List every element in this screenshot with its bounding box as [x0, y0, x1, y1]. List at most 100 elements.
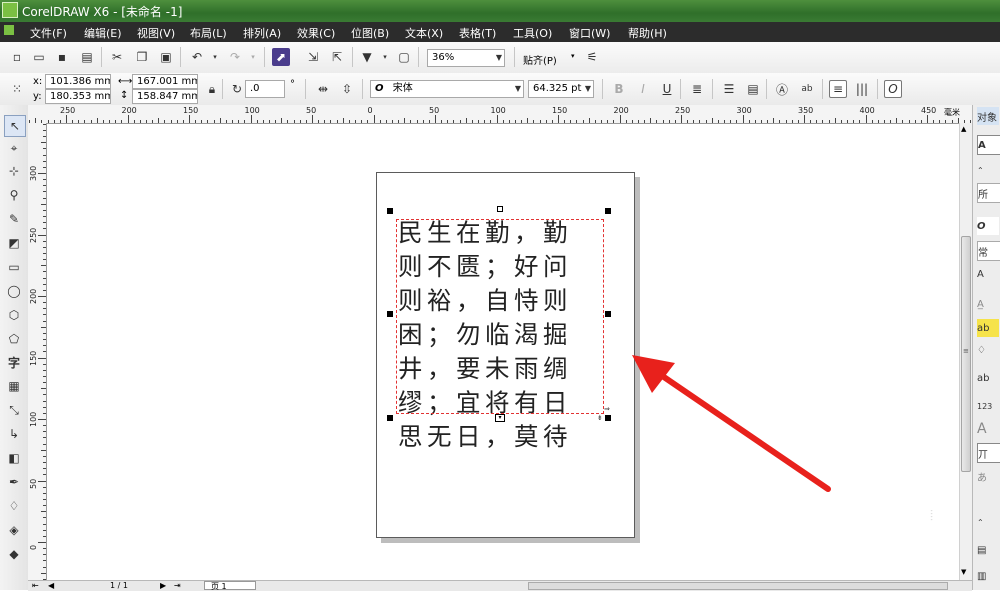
freehand-tool-icon[interactable]: ✎: [4, 209, 24, 229]
text-overflow-tab-icon[interactable]: ▾: [495, 414, 505, 422]
horizontal-scrollbar[interactable]: [528, 582, 948, 590]
cut-icon[interactable]: ✂: [108, 48, 126, 66]
edit-text-icon[interactable]: ab: [798, 80, 816, 98]
menu-file[interactable]: 文件(F): [30, 25, 67, 41]
frame-panel-icon[interactable]: ▥: [977, 567, 999, 585]
expand-icon[interactable]: ⌃: [977, 513, 999, 531]
selection-handle-bottom-right[interactable]: [605, 415, 611, 421]
paragraph-panel-icon[interactable]: ▤: [977, 541, 999, 559]
font-size-combo[interactable]: 64.325 pt ▼: [528, 80, 594, 98]
table-tool-icon[interactable]: ▦: [4, 376, 24, 396]
crop-tool-icon[interactable]: ⊹: [4, 161, 24, 181]
redo-dropdown-icon[interactable]: ▾: [244, 48, 262, 66]
script-combo[interactable]: 所: [977, 183, 1000, 203]
outline-pen-icon[interactable]: ♢: [4, 496, 24, 516]
font-preview[interactable]: O: [977, 217, 999, 235]
small-caps-icon[interactable]: A: [977, 420, 999, 438]
scroll-up-icon[interactable]: ▲: [961, 125, 966, 133]
menu-window[interactable]: 窗口(W): [569, 25, 610, 41]
object-origin-icon[interactable]: ⁙: [8, 80, 26, 98]
ellipse-tool-icon[interactable]: ◯: [4, 281, 24, 301]
text-color-icon[interactable]: A̲: [977, 295, 999, 313]
eyedropper-tool-icon[interactable]: ✒: [4, 472, 24, 492]
interactive-fill-icon[interactable]: ◆: [4, 544, 24, 564]
paste-icon[interactable]: ▣: [157, 48, 175, 66]
print-icon[interactable]: ▤: [78, 48, 96, 66]
pick-tool-icon[interactable]: ↖: [4, 115, 26, 137]
save-icon[interactable]: ▪: [53, 48, 71, 66]
smart-fill-icon[interactable]: ◩: [4, 233, 24, 253]
zoom-level-combo[interactable]: 36% ▼: [427, 49, 505, 67]
basic-shapes-icon[interactable]: ⬠: [4, 329, 24, 349]
cjk-layout-icon[interactable]: 丌: [977, 443, 1000, 463]
launcher-dropdown-icon[interactable]: ▾: [376, 48, 394, 66]
shape-tool-icon[interactable]: ⌖: [4, 138, 24, 158]
zoom-tool-icon[interactable]: ⚲: [4, 185, 24, 205]
x-position-field[interactable]: 101.386 mm: [45, 74, 111, 89]
vertical-scroll-thumb[interactable]: ≡: [961, 236, 971, 472]
font-style-combo[interactable]: 常: [977, 241, 1000, 261]
docker-tab-title[interactable]: 对象: [977, 107, 999, 125]
lock-ratio-icon[interactable]: 🔒︎: [203, 80, 221, 98]
character-effects-icon[interactable]: ab: [977, 369, 999, 387]
menu-effects[interactable]: 效果(C): [297, 25, 335, 41]
width-field[interactable]: 167.001 mm: [132, 74, 198, 89]
character-spacing-handle-icon[interactable]: ⇒: [604, 405, 610, 413]
rotation-field[interactable]: .0: [245, 80, 285, 98]
undo-dropdown-icon[interactable]: ▾: [206, 48, 224, 66]
menu-help[interactable]: 帮助(H): [628, 25, 667, 41]
highlight-icon[interactable]: ab: [977, 319, 999, 337]
menu-table[interactable]: 表格(T): [459, 25, 496, 41]
export-icon[interactable]: ⇱: [328, 48, 346, 66]
dimension-tool-icon[interactable]: ⤡: [4, 400, 24, 420]
selection-handle-top-center[interactable]: [497, 206, 503, 212]
mirror-vertical-icon[interactable]: ⇳: [338, 80, 356, 98]
outline-icon[interactable]: ♢: [977, 341, 999, 359]
selection-handle-middle-left[interactable]: [387, 311, 393, 317]
horizontal-text-icon[interactable]: ≡: [829, 80, 847, 98]
font-list-combo[interactable]: O 宋体 ▼: [370, 80, 524, 98]
snap-to-button[interactable]: 贴齐(P): [523, 52, 557, 67]
mirror-horizontal-icon[interactable]: ⇹: [314, 80, 332, 98]
connector-tool-icon[interactable]: ↳: [4, 424, 24, 444]
menu-arrange[interactable]: 排列(A): [243, 25, 281, 41]
horizontal-ruler[interactable]: 250 200 150 100 50 0 50 100 150 200 250 300 350 400 45…: [28, 105, 972, 124]
prev-page-icon[interactable]: ◀: [48, 581, 54, 590]
menu-view[interactable]: 视图(V): [137, 25, 175, 41]
text-tool-icon[interactable]: 字: [4, 352, 24, 372]
menu-layout[interactable]: 布局(L): [190, 25, 227, 41]
rotation-icon[interactable]: ↻: [228, 80, 246, 98]
options-icon[interactable]: ⚟: [583, 48, 601, 66]
selection-handle-bottom-left[interactable]: [387, 415, 393, 421]
collapse-icon[interactable]: ⌃: [977, 161, 999, 179]
first-page-icon[interactable]: ⇤: [32, 581, 39, 590]
new-document-icon[interactable]: ▫: [8, 48, 26, 66]
numeral-icon[interactable]: 123: [977, 397, 999, 415]
bold-icon[interactable]: B: [610, 80, 628, 98]
page-tab[interactable]: 页 1: [204, 581, 256, 591]
font-size-icon[interactable]: A: [977, 265, 999, 283]
vertical-ruler[interactable]: 300 250 200 150 100 50 0: [28, 123, 47, 580]
menu-text[interactable]: 文本(X): [405, 25, 443, 41]
scroll-down-icon[interactable]: ▼: [961, 568, 966, 576]
opentype-features-icon[interactable]: O: [884, 80, 902, 98]
bullet-list-icon[interactable]: ☰: [720, 80, 738, 98]
snap-dropdown-icon[interactable]: ▾: [571, 52, 575, 60]
height-field[interactable]: 158.847 mm: [132, 89, 198, 104]
selection-handle-top-right[interactable]: [605, 208, 611, 214]
undo-icon[interactable]: ↶: [188, 48, 206, 66]
menu-tools[interactable]: 工具(O): [513, 25, 552, 41]
fill-tool-icon[interactable]: ◈: [4, 520, 24, 540]
vertical-text-icon[interactable]: |||: [853, 80, 871, 98]
selection-handle-top-left[interactable]: [387, 208, 393, 214]
character-formatting-icon[interactable]: Ⓐ: [773, 80, 791, 98]
application-launcher-icon[interactable]: ▼: [358, 48, 376, 66]
kana-icon[interactable]: あ: [977, 467, 999, 485]
open-folder-icon[interactable]: ▭: [30, 48, 48, 66]
copy-icon[interactable]: ❐: [133, 48, 151, 66]
redo-icon[interactable]: ↷: [226, 48, 244, 66]
menu-bitmaps[interactable]: 位图(B): [351, 25, 389, 41]
polygon-tool-icon[interactable]: ⬡: [4, 305, 24, 325]
last-page-icon[interactable]: ⇥: [174, 581, 181, 590]
welcome-screen-icon[interactable]: ▢: [395, 48, 413, 66]
